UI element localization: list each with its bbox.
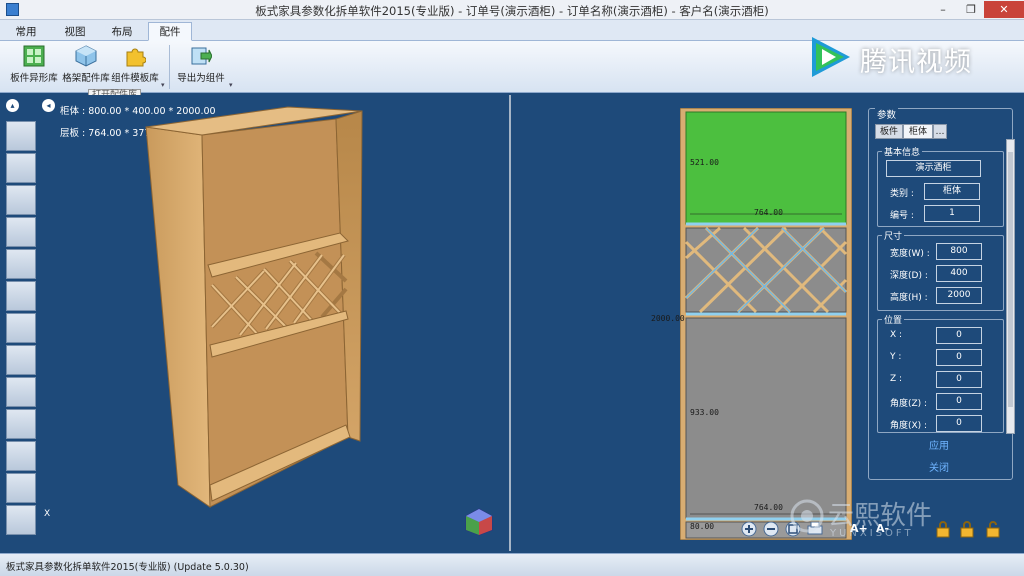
ribbon-group-more-1[interactable]: ▾: [161, 81, 165, 89]
panel-edit-icon[interactable]: [6, 377, 36, 407]
position-title: 位置: [882, 313, 905, 326]
shaped-board-library-button[interactable]: 板件异形库: [8, 45, 60, 91]
width-label: 宽度(W) :: [890, 249, 930, 259]
rack-accessory-library-button[interactable]: 格架配件库: [62, 45, 110, 91]
dim-plinth: 80.00: [690, 522, 715, 531]
angle-z-field[interactable]: 0: [936, 393, 982, 410]
tab-board[interactable]: 板件: [875, 124, 903, 139]
tab-common[interactable]: 常用: [4, 22, 48, 41]
collapse-icon[interactable]: ▴: [6, 99, 19, 112]
rack-accessory-library-label: 格架配件库: [62, 73, 110, 84]
depth-field[interactable]: 400: [936, 265, 982, 282]
z-label: Z :: [890, 374, 903, 384]
export-icon: [191, 47, 212, 65]
back-icon[interactable]: ◂: [42, 99, 55, 112]
document-icon[interactable]: [6, 473, 36, 503]
tab-cabinet[interactable]: 柜体: [903, 124, 933, 139]
status-text: 板式家具参数化拆单软件2015(专业版) (Update 5.0.30): [6, 562, 249, 573]
zoom-icon[interactable]: [6, 217, 36, 247]
component-template-library-label: 组件模板库: [111, 73, 159, 84]
tab-layout[interactable]: 布局: [100, 22, 144, 41]
dim-top-width: 764.00: [754, 208, 783, 217]
goggles-icon[interactable]: [6, 345, 36, 375]
axis-cube-icon[interactable]: [464, 507, 494, 537]
watermark-logo-icon: [790, 499, 824, 533]
minimize-button[interactable]: –: [930, 1, 956, 18]
position-group: 位置 X : 0 Y : 0 Z : 0 角度(Z) : 0 角度(X) : 0: [877, 313, 1004, 433]
title-bar: 板式家具参数化拆单软件2015(专业版) - 订单号(演示酒柜) - 订单名称(…: [0, 0, 1024, 20]
angle-z-label: 角度(Z) :: [890, 399, 928, 409]
brand-name: 腾讯视频: [860, 47, 972, 78]
maximize-button[interactable]: ❐: [958, 1, 984, 18]
category-label: 类别 :: [890, 189, 914, 199]
tab-more[interactable]: …: [933, 124, 947, 139]
dim-bottom-height: 933.00: [690, 408, 719, 417]
panel-title: 参数: [875, 107, 899, 121]
export-component-label: 导出为组件: [177, 73, 225, 84]
angle-x-label: 角度(X) :: [890, 421, 928, 431]
z-field[interactable]: 0: [936, 371, 982, 388]
width-field[interactable]: 800: [936, 243, 982, 260]
ribbon-tabs: 常用 视图 布局 配件: [0, 20, 1024, 41]
frame-icon[interactable]: [6, 409, 36, 439]
y-label: Y :: [890, 352, 902, 362]
scroll-thumb[interactable]: [1008, 152, 1013, 407]
puzzle-icon: [126, 48, 146, 67]
cube-icon: [75, 45, 97, 67]
x-field[interactable]: 0: [936, 327, 982, 344]
number-label: 编号 :: [890, 211, 914, 221]
zoom-out-icon[interactable]: [762, 520, 780, 538]
basic-info-group: 基本信息 演示酒柜 类别 : 柜体 编号 : 1: [877, 145, 1004, 227]
x-label: X :: [890, 330, 903, 340]
watermark-subtext: YUNXISOFT: [830, 528, 914, 539]
ribbon-group-more-2[interactable]: ▾: [229, 81, 233, 89]
export-component-button[interactable]: 导出为组件: [174, 45, 228, 91]
puzzle-remove-icon[interactable]: [6, 153, 36, 183]
board-icon[interactable]: [6, 281, 36, 311]
dim-top-height: 521.00: [690, 158, 719, 167]
close-button[interactable]: ✕: [984, 1, 1024, 18]
axis-x-label: X: [44, 509, 51, 519]
ribbon-separator: [169, 45, 170, 89]
front-view-drawing[interactable]: [680, 108, 852, 540]
category-field[interactable]: 柜体: [924, 183, 980, 200]
tencent-video-logo: [812, 37, 850, 77]
grid-icon: [23, 45, 45, 67]
panel-scrollbar[interactable]: [1006, 139, 1015, 434]
component-template-library-button[interactable]: 组件模板库: [110, 45, 160, 91]
basic-info-title: 基本信息: [882, 145, 923, 158]
height-label: 高度(H) :: [890, 293, 928, 303]
apply-button[interactable]: 应用: [929, 437, 949, 452]
tab-accessories[interactable]: 配件: [148, 22, 192, 41]
checker-icon[interactable]: [6, 249, 36, 279]
angle-x-field[interactable]: 0: [936, 415, 982, 432]
cabinet-name-field[interactable]: 演示酒柜: [886, 160, 981, 177]
3d-viewport[interactable]: ▴ ◂ 柜体 : 800.00 * 400.00 * 2000.00 层板 : …: [0, 95, 511, 551]
copy-icon[interactable]: [6, 505, 36, 535]
depth-label: 深度(D) :: [890, 271, 928, 281]
cabinet-3d-model[interactable]: [140, 105, 380, 515]
expand-icon[interactable]: [6, 313, 36, 343]
tab-view[interactable]: 视图: [53, 22, 97, 41]
parameters-panel: 参数 板件 柜体 … 基本信息 演示酒柜 类别 : 柜体 编号 : 1 尺寸 宽…: [868, 107, 1013, 480]
recycle-icon[interactable]: [6, 441, 36, 471]
zoom-in-icon[interactable]: [740, 520, 758, 538]
height-field[interactable]: 2000: [936, 287, 982, 304]
size-title: 尺寸: [882, 229, 905, 242]
dim-total-height: 2000.00: [651, 314, 685, 323]
status-bar: 板式家具参数化拆单软件2015(专业版) (Update 5.0.30): [0, 553, 1024, 576]
watermark-text: 云熙软件: [828, 501, 933, 531]
close-panel-button[interactable]: 关闭: [929, 459, 949, 474]
y-field[interactable]: 0: [936, 349, 982, 366]
window-title: 板式家具参数化拆单软件2015(专业版) - 订单号(演示酒柜) - 订单名称(…: [255, 4, 769, 18]
side-toolbar: [6, 121, 40, 537]
dim-bottom-width: 764.00: [754, 503, 783, 512]
number-field[interactable]: 1: [924, 205, 980, 222]
watermark: 云熙软件 YUNXISOFT: [790, 495, 990, 545]
puzzle-add-icon[interactable]: [6, 121, 36, 151]
shaped-board-library-label: 板件异形库: [10, 73, 58, 84]
size-group: 尺寸 宽度(W) : 800 深度(D) : 400 高度(H) : 2000: [877, 229, 1004, 311]
rotate-icon[interactable]: [6, 185, 36, 215]
